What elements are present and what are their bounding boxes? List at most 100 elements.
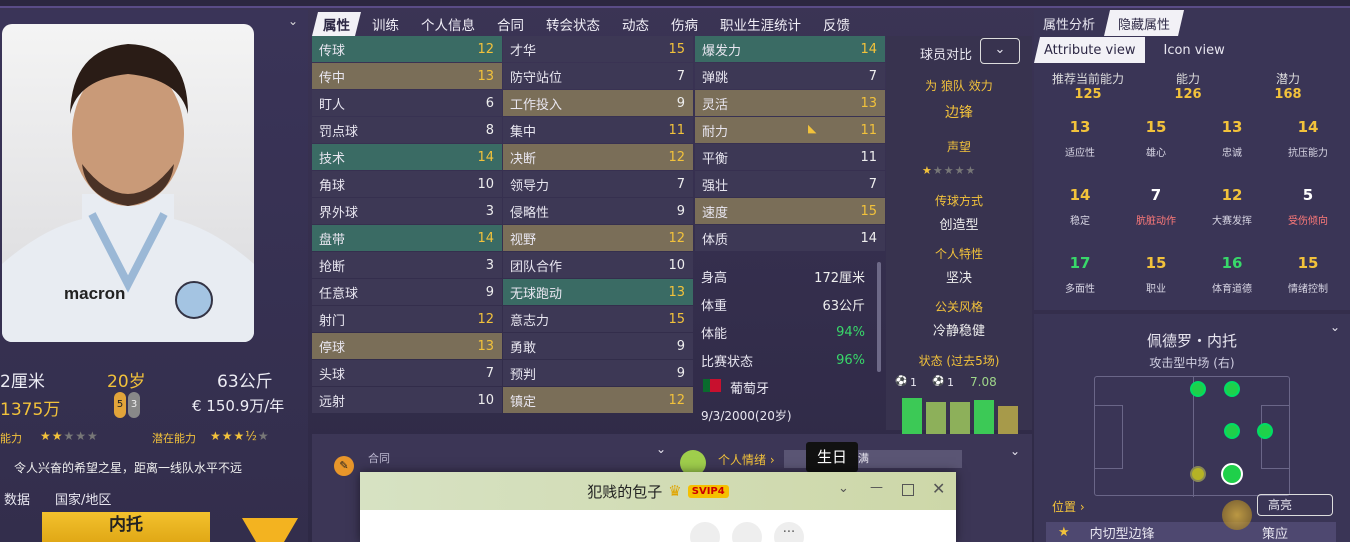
attribute-row[interactable]: 领导力 7 [503, 171, 693, 197]
attribute-name: 才华 [510, 43, 537, 59]
right-tabs: 属性分析 隐藏属性 [1034, 10, 1184, 36]
hidden-value: 12 [1221, 186, 1243, 204]
mood-link[interactable]: 个人情绪 › [718, 451, 775, 468]
vip-badge: SVIP4 [687, 484, 729, 498]
attribute-row[interactable]: 意志力 15 [503, 306, 693, 332]
attribute-row[interactable]: 停球 13 [312, 333, 502, 359]
attribute-row[interactable]: 传中 13 [312, 63, 502, 89]
view-tab-1[interactable]: Icon view [1145, 37, 1242, 63]
attribute-row[interactable]: 任意球 9 [312, 279, 502, 305]
tab-5[interactable]: 动态 [611, 12, 660, 36]
tab-1[interactable]: 训练 [361, 12, 410, 36]
hidden-attribute: 7 肮脏动作 [1116, 186, 1196, 227]
attribute-row[interactable]: 防守站位 7 [503, 63, 693, 89]
attribute-row[interactable]: 团队合作 10 [503, 252, 693, 278]
hidden-label: 情绪控制 [1288, 284, 1328, 295]
bio-scrollbar[interactable] [877, 262, 881, 372]
tab-nation[interactable]: 国家/地区 [55, 489, 111, 508]
assists-count: 1 [947, 376, 954, 389]
highlight-dropdown[interactable]: 高亮 [1257, 494, 1333, 516]
attribute-row[interactable]: 强壮 7 [695, 171, 885, 197]
right-tab-1[interactable]: 隐藏属性 [1104, 10, 1184, 36]
collapse-icon[interactable]: ⌄ [288, 14, 298, 28]
more-icon[interactable]: ··· [774, 522, 804, 542]
attribute-row[interactable]: 才华 15 [503, 36, 693, 62]
tab-6[interactable]: 伤病 [660, 12, 709, 36]
attribute-row[interactable]: 抢断 3 [312, 252, 502, 278]
attribute-row[interactable]: 体质 14 [695, 225, 885, 251]
attribute-row[interactable]: 技术 14 [312, 144, 502, 170]
attribute-row[interactable]: 盘带 14 [312, 225, 502, 251]
positions-label: 位置 [1052, 500, 1077, 514]
hidden-attribute: 13 忠诚 [1192, 118, 1272, 159]
tab-data[interactable]: 数据 [4, 489, 30, 508]
attribute-row[interactable]: 盯人 6 [312, 90, 502, 116]
attribute-row[interactable]: 罚点球 8 [312, 117, 502, 143]
attribute-value: 10 [477, 392, 494, 408]
attribute-row[interactable]: 头球 7 [312, 360, 502, 386]
club-name-badge: 内托 [42, 512, 210, 542]
attribute-row[interactable]: 镇定 12 [503, 387, 693, 413]
attribute-name: 集中 [510, 124, 537, 140]
phone-icon[interactable] [690, 522, 720, 542]
attribute-row[interactable]: 弹跳 7 [695, 63, 885, 89]
attribute-row[interactable]: 无球跑动 13 [503, 279, 693, 305]
attribute-value: 7 [868, 68, 877, 84]
attribute-row[interactable]: 速度 15 [695, 198, 885, 224]
bio-key: 身高 [701, 270, 728, 286]
role-bar[interactable]: ★ 内切型边锋 策应 [1046, 522, 1336, 542]
attribute-name: 速度 [702, 205, 729, 221]
position-dot [1224, 381, 1240, 397]
right-tab-0[interactable]: 属性分析 [1034, 10, 1104, 36]
hidden-label: 多面性 [1065, 284, 1095, 295]
view-tab-0[interactable]: Attribute view [1034, 37, 1146, 63]
attribute-row[interactable]: 平衡 11 [695, 144, 885, 170]
ability-label: 推荐当前能力 [1051, 72, 1124, 86]
positions-link[interactable]: 位置 › [1052, 498, 1085, 515]
tab-4[interactable]: 转会状态 [535, 12, 611, 36]
left-foot-icon: 5 [114, 392, 126, 418]
attribute-name: 平衡 [702, 151, 729, 167]
hidden-attribute: 17 多面性 [1040, 254, 1120, 295]
video-icon[interactable] [732, 522, 762, 542]
lower-scroll-icon[interactable]: ⌄ [1010, 444, 1020, 458]
attribute-row[interactable]: 角球 10 [312, 171, 502, 197]
attribute-row[interactable]: 工作投入 9 [503, 90, 693, 116]
player-portrait-icon: macron [2, 44, 254, 342]
media-style-heading: 公关风格 [934, 300, 983, 314]
attribute-row[interactable]: 侵略性 9 [503, 198, 693, 224]
hidden-value: 14 [1069, 186, 1091, 204]
role-duty: 策应 [1261, 526, 1288, 542]
passing-style-value: 创造型 [939, 218, 979, 233]
goals-count: 1 [910, 376, 917, 389]
hidden-attribute: 15 雄心 [1116, 118, 1196, 159]
attribute-row[interactable]: 爆发力 14 [695, 36, 885, 62]
tab-7[interactable]: 职业生涯统计 [709, 12, 812, 36]
chat-dropdown-icon[interactable]: ⌄ [838, 481, 849, 496]
reputation-heading: 声望 [946, 140, 971, 154]
attribute-row[interactable]: 传球 12 [312, 36, 502, 62]
contract-chevron-icon[interactable]: ⌄ [656, 442, 666, 456]
attribute-row[interactable]: 视野 12 [503, 225, 693, 251]
attribute-row[interactable]: 勇敢 9 [503, 333, 693, 359]
personality-value: 坚决 [945, 271, 972, 286]
feet-indicator: 5 3 [114, 392, 140, 418]
attribute-row[interactable]: 预判 9 [503, 360, 693, 386]
compare-dropdown[interactable]: ⌄ [980, 38, 1020, 64]
attribute-row[interactable]: 远射 10 [312, 387, 502, 413]
hidden-attribute: 14 抗压能力 [1268, 118, 1348, 159]
maximize-icon[interactable] [902, 484, 914, 496]
close-icon[interactable]: ✕ [932, 479, 945, 498]
attribute-row[interactable]: 灵活 13 [695, 90, 885, 116]
attribute-row[interactable]: 射门 12 [312, 306, 502, 332]
attribute-row[interactable]: 决断 12 [503, 144, 693, 170]
attribute-row[interactable]: 耐力 11 [695, 117, 885, 143]
minimize-icon[interactable]: — [870, 480, 883, 495]
attribute-row[interactable]: 界外球 3 [312, 198, 502, 224]
tab-3[interactable]: 合同 [486, 12, 535, 36]
tab-0[interactable]: 属性 [312, 12, 361, 36]
attribute-row[interactable]: 集中 11 [503, 117, 693, 143]
tab-8[interactable]: 反馈 [812, 12, 861, 36]
bio-row: 体能 94% [695, 318, 875, 346]
tab-2[interactable]: 个人信息 [410, 12, 486, 36]
